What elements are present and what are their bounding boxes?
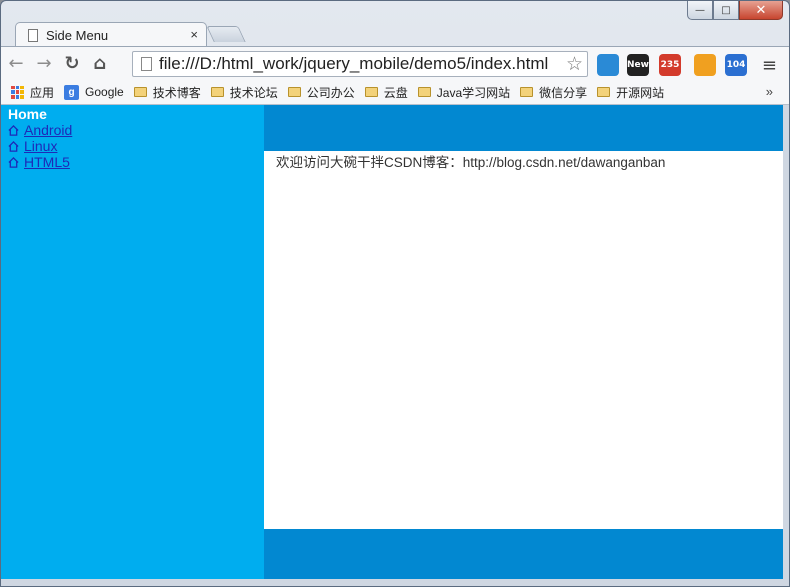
file-icon <box>141 57 152 71</box>
calendar-extension-icon[interactable] <box>597 54 619 76</box>
home-icon <box>8 124 19 136</box>
folder-icon <box>520 87 534 97</box>
side-menu-title: Home <box>8 106 47 122</box>
folder-icon <box>597 87 611 97</box>
weather-extension-icon[interactable] <box>694 54 716 76</box>
linux-link[interactable]: Linux <box>24 138 57 154</box>
folder-icon <box>417 87 431 97</box>
bookmark-label: Java学习网站 <box>436 85 511 100</box>
folder-icon <box>364 87 378 97</box>
close-tab-icon[interactable]: × <box>190 27 198 42</box>
side-menu: Home Android Linux HTML5 <box>1 105 264 579</box>
bookmark-folder[interactable]: 技术论坛 <box>210 84 278 101</box>
bookmark-label: 微信分享 <box>539 85 588 100</box>
address-bar[interactable]: file:///D:/html_work/jquery_mobile/demo5… <box>132 51 588 77</box>
forward-icon[interactable]: → <box>31 53 57 74</box>
html5-link[interactable]: HTML5 <box>24 154 70 170</box>
speed-extension-icon[interactable]: New <box>627 54 649 76</box>
home-icon <box>8 156 19 168</box>
bookmark-label: 开源网站 <box>616 85 665 100</box>
folder-icon <box>210 87 224 97</box>
window-border <box>1 579 789 586</box>
bookmarks-overflow-icon[interactable]: » <box>766 84 773 99</box>
folder-icon <box>287 87 301 97</box>
bookmark-label: Google <box>85 85 124 99</box>
close-window-button[interactable]: ✕ <box>739 1 783 20</box>
bookmark-label: 公司办公 <box>306 85 355 100</box>
bookmark-folder[interactable]: 公司办公 <box>287 84 355 101</box>
page-icon <box>28 28 38 42</box>
welcome-text: 欢迎访问大碗干拌CSDN博客：http://blog.csdn.net/dawa… <box>276 155 666 170</box>
google-icon: g <box>64 84 80 100</box>
bookmark-folder[interactable]: 云盘 <box>364 84 408 101</box>
side-menu-item-android: Android <box>1 122 264 138</box>
page-header <box>264 105 783 151</box>
bookmark-folder[interactable]: 开源网站 <box>597 84 664 101</box>
page-footer <box>264 529 783 579</box>
mail-extension-icon[interactable]: 235 <box>659 54 681 76</box>
reload-icon[interactable]: ↻ <box>59 53 85 74</box>
tab-side-menu[interactable]: Side Menu × <box>15 22 207 47</box>
side-menu-item-html5: HTML5 <box>1 154 264 170</box>
toolbar: ← → ↻ ⌂ file:///D:/html_work/jquery_mobi… <box>1 46 789 80</box>
bookmark-label: 技术论坛 <box>229 85 278 100</box>
side-menu-item-linux: Linux <box>1 138 264 154</box>
bookmark-folder[interactable]: 技术博客 <box>133 84 201 101</box>
bookmark-folder[interactable]: 微信分享 <box>520 84 587 101</box>
bookmark-label: 云盘 <box>383 85 408 100</box>
bookmark-google[interactable]: g Google <box>64 84 124 100</box>
url-text: file:///D:/html_work/jquery_mobile/demo5… <box>159 54 549 73</box>
home-icon <box>8 140 19 152</box>
notes-extension-icon[interactable]: 104 <box>725 54 747 76</box>
bookmark-folder[interactable]: Java学习网站 <box>417 84 511 101</box>
bookmarks-bar: 应用 g Google 技术博客 技术论坛 公司办公 云盘 Java学习网站 微 <box>1 80 789 105</box>
new-tab-button[interactable] <box>206 26 246 42</box>
android-link[interactable]: Android <box>24 122 72 138</box>
home-icon[interactable]: ⌂ <box>87 53 113 74</box>
bookmark-label: 应用 <box>30 85 55 100</box>
menu-icon[interactable]: ≡ <box>762 55 777 76</box>
page-viewport: Home Android Linux HTML5 欢迎访问大碗干拌CSDN博客：… <box>1 105 783 579</box>
window-border <box>783 105 789 586</box>
window-controls: — □ ✕ <box>687 1 783 21</box>
folder-icon <box>133 87 147 97</box>
bookmark-label: 技术博客 <box>152 85 201 100</box>
watermark: http://blog.csdn.net/dawanganban <box>547 453 777 472</box>
tab-title: Side Menu <box>46 27 109 43</box>
bookmark-star-icon[interactable]: ☆ <box>563 53 583 76</box>
back-icon[interactable]: ← <box>3 53 29 74</box>
minimize-button[interactable]: — <box>687 1 713 20</box>
browser-window: — □ ✕ Side Menu × ← → ↻ ⌂ file:///D:/htm… <box>0 0 790 587</box>
maximize-button[interactable]: □ <box>713 1 739 20</box>
bookmark-apps[interactable]: 应用 <box>11 84 54 101</box>
apps-icon <box>11 85 24 99</box>
